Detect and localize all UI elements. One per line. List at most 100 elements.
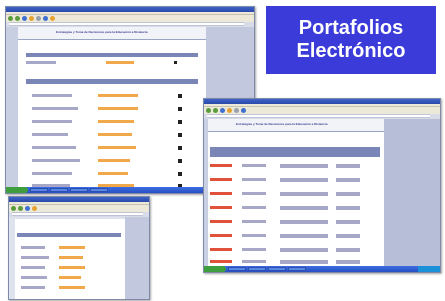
back-icon[interactable] bbox=[206, 108, 211, 113]
cell-email-link[interactable] bbox=[98, 107, 138, 110]
address-bar[interactable] bbox=[9, 22, 244, 26]
cell-textarea[interactable] bbox=[280, 233, 328, 238]
cell-text bbox=[242, 164, 266, 167]
cell-text bbox=[242, 260, 266, 263]
back-icon[interactable] bbox=[11, 206, 16, 211]
cell-email-link[interactable] bbox=[98, 94, 138, 97]
doc-icon[interactable] bbox=[178, 106, 182, 111]
refresh-icon[interactable] bbox=[220, 108, 225, 113]
doc-icon[interactable] bbox=[174, 61, 177, 64]
address-bar[interactable] bbox=[12, 212, 143, 216]
right-decorative-panel bbox=[384, 119, 440, 267]
cell-email-link[interactable] bbox=[59, 256, 83, 259]
cell-text bbox=[242, 192, 266, 195]
cell-textarea[interactable] bbox=[280, 247, 328, 252]
doc-icon[interactable] bbox=[178, 132, 182, 137]
cell-link[interactable] bbox=[210, 192, 232, 195]
taskbar-item[interactable] bbox=[228, 267, 246, 271]
cell-button[interactable] bbox=[336, 247, 360, 252]
browser-window-right: Estrategias y Toma de Decisiones para la… bbox=[203, 98, 441, 273]
taskbar-item[interactable] bbox=[288, 267, 306, 271]
window-toolbar bbox=[9, 205, 149, 212]
cell-name bbox=[21, 256, 49, 259]
cell-button[interactable] bbox=[336, 191, 360, 196]
doc-icon[interactable] bbox=[178, 145, 182, 150]
cell-email-link[interactable] bbox=[98, 146, 136, 149]
refresh-icon[interactable] bbox=[22, 16, 27, 21]
taskbar-item[interactable] bbox=[70, 188, 88, 192]
cell-email-link[interactable] bbox=[59, 276, 81, 279]
address-bar[interactable] bbox=[207, 114, 430, 118]
forward-icon[interactable] bbox=[213, 108, 218, 113]
cell-textarea[interactable] bbox=[280, 177, 328, 182]
cell-text bbox=[242, 178, 266, 181]
cell-email-link[interactable] bbox=[59, 266, 85, 269]
taskbar-item[interactable] bbox=[90, 188, 108, 192]
favorites-icon[interactable] bbox=[227, 108, 232, 113]
cell-button[interactable] bbox=[336, 219, 360, 224]
taskbar-item[interactable] bbox=[248, 267, 266, 271]
cell-textarea[interactable] bbox=[280, 205, 328, 210]
cell-email-link[interactable] bbox=[59, 246, 85, 249]
page-content: Estrategias y Toma de Decisiones para la… bbox=[208, 119, 384, 267]
forward-icon[interactable] bbox=[18, 206, 23, 211]
cell-link[interactable] bbox=[210, 220, 232, 223]
cell-button[interactable] bbox=[336, 163, 360, 168]
cell-link[interactable] bbox=[210, 178, 232, 181]
taskbar-item[interactable] bbox=[268, 267, 286, 271]
table-row bbox=[21, 285, 85, 290]
mail-icon[interactable] bbox=[50, 16, 55, 21]
taskbar bbox=[204, 266, 440, 272]
favorites-icon[interactable] bbox=[32, 206, 37, 211]
taskbar-item[interactable] bbox=[30, 188, 48, 192]
cell-name bbox=[21, 246, 45, 249]
table-row bbox=[32, 106, 182, 111]
refresh-icon[interactable] bbox=[25, 206, 30, 211]
cell-link[interactable] bbox=[210, 234, 232, 237]
doc-icon[interactable] bbox=[178, 119, 182, 124]
title-line-1: Portafolios bbox=[298, 17, 404, 39]
table-row bbox=[210, 259, 360, 264]
right-decorative-panel bbox=[125, 217, 149, 299]
search-icon[interactable] bbox=[43, 16, 48, 21]
cell-textarea[interactable] bbox=[280, 191, 328, 196]
cell-link[interactable] bbox=[210, 206, 232, 209]
cell-button[interactable] bbox=[336, 205, 360, 210]
cell-name bbox=[21, 266, 45, 269]
cell-email-link[interactable] bbox=[59, 286, 85, 289]
table-header bbox=[17, 233, 121, 237]
back-icon[interactable] bbox=[8, 16, 13, 21]
cell-email-link[interactable] bbox=[98, 172, 128, 175]
table-row bbox=[32, 158, 182, 163]
cell-textarea[interactable] bbox=[280, 163, 328, 168]
cell-email-link[interactable] bbox=[98, 133, 132, 136]
favorites-icon[interactable] bbox=[29, 16, 34, 21]
table-row bbox=[21, 245, 85, 250]
doc-icon[interactable] bbox=[178, 171, 182, 176]
cell-email-link[interactable] bbox=[98, 120, 134, 123]
cell-textarea[interactable] bbox=[280, 259, 328, 264]
cell-button[interactable] bbox=[336, 259, 360, 264]
cell-name bbox=[32, 133, 68, 136]
start-button[interactable] bbox=[204, 266, 226, 272]
table-row bbox=[32, 132, 182, 137]
cell-link[interactable] bbox=[210, 260, 232, 263]
cell-email-link[interactable] bbox=[106, 61, 134, 64]
doc-icon[interactable] bbox=[178, 158, 182, 163]
taskbar-item[interactable] bbox=[50, 188, 68, 192]
forward-icon[interactable] bbox=[15, 16, 20, 21]
cell-button[interactable] bbox=[336, 177, 360, 182]
cell-link[interactable] bbox=[210, 248, 232, 251]
system-tray bbox=[418, 266, 440, 272]
home-icon[interactable] bbox=[36, 16, 41, 21]
cell-button[interactable] bbox=[336, 233, 360, 238]
search-icon[interactable] bbox=[241, 108, 246, 113]
home-icon[interactable] bbox=[234, 108, 239, 113]
cell-email-link[interactable] bbox=[98, 159, 130, 162]
cell-textarea[interactable] bbox=[280, 219, 328, 224]
table-row bbox=[21, 265, 85, 270]
doc-icon[interactable] bbox=[178, 93, 182, 98]
cell-name bbox=[21, 276, 47, 279]
cell-link[interactable] bbox=[210, 164, 232, 167]
start-button[interactable] bbox=[6, 187, 28, 193]
